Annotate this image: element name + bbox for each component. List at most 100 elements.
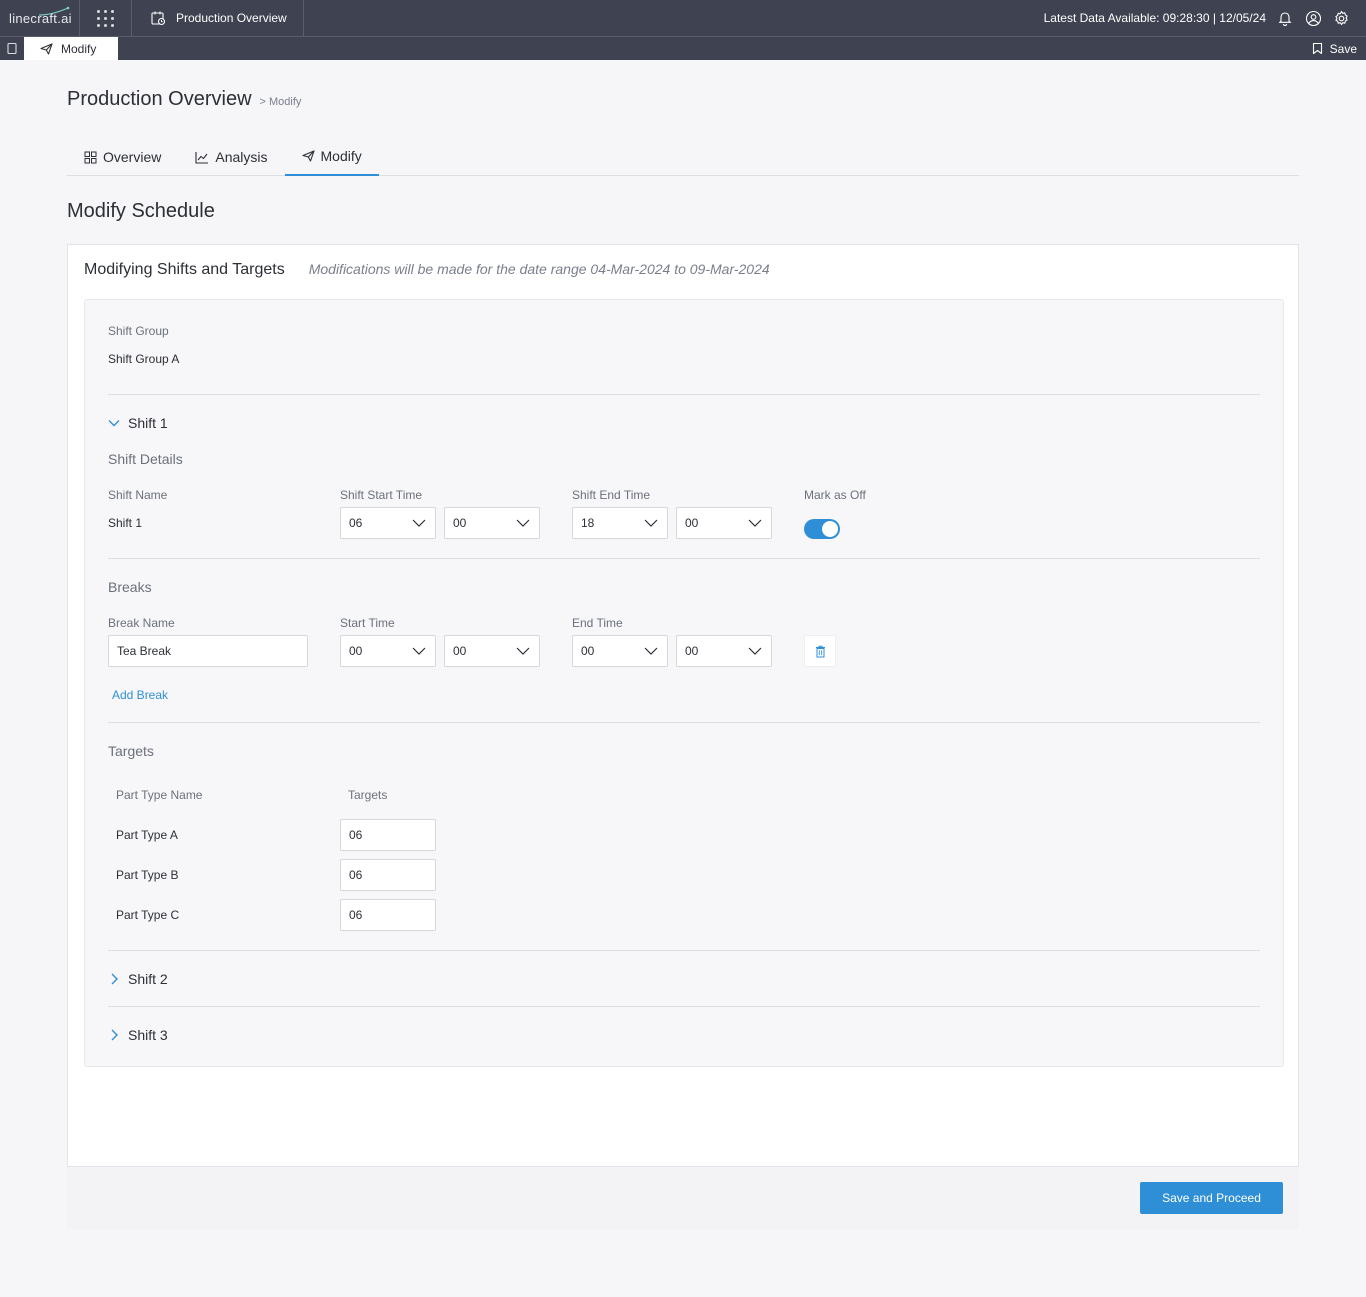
part-type-name: Part Type B [116,868,179,882]
tab-analysis[interactable]: Analysis [178,138,284,176]
select-value: 00 [453,644,467,658]
calendar-clock-icon [151,11,166,26]
tab-overview[interactable]: Overview [67,138,178,176]
send-icon [40,42,53,55]
shift-3-accordion-toggle[interactable]: Shift 3 [108,1027,168,1043]
select-value: 00 [453,516,467,530]
line-chart-icon [195,151,209,164]
shift-end-minute-select[interactable]: 00 [676,507,772,539]
chevron-right-icon [111,1029,118,1041]
break-end-minute-select[interactable]: 00 [676,635,772,667]
breaks-heading: Breaks [108,579,152,595]
mark-off-toggle[interactable] [804,519,840,539]
chevron-down-icon [748,519,762,527]
break-name-label: Break Name [108,616,175,630]
shift-group-value: Shift Group A [108,352,180,366]
footer-bar [67,1167,1299,1229]
select-value: 00 [685,644,699,658]
app-title-tab[interactable]: Production Overview [132,0,304,36]
shift-2-title: Shift 2 [128,971,168,987]
toggle-knob [822,521,838,537]
delete-break-button[interactable] [804,635,836,667]
chevron-down-icon [516,519,530,527]
app-launcher-button[interactable] [80,0,132,36]
card-header: Modifying Shifts and Targets Modificatio… [84,261,770,279]
shift-end-hour-select[interactable]: 18 [572,507,668,539]
gear-icon[interactable] [1332,9,1350,27]
subtab-label: Modify [61,41,97,56]
shift-group-label: Shift Group [108,324,169,338]
save-and-proceed-button[interactable]: Save and Proceed [1140,1182,1283,1214]
logo-swoosh-icon [38,6,70,16]
shift-start-label: Shift Start Time [340,488,423,502]
tab-modify[interactable]: Modify [284,138,379,176]
divider [108,722,1260,723]
bookmarks-toggle[interactable] [0,37,24,60]
bell-icon[interactable] [1276,9,1294,27]
section-title: Modify Schedule [67,200,215,222]
target-input[interactable] [340,819,436,851]
shift-2-accordion-toggle[interactable]: Shift 2 [108,971,168,987]
break-name-input[interactable] [108,635,308,667]
breadcrumb[interactable]: > Modify [260,96,302,108]
shift-1-title: Shift 1 [128,415,168,431]
divider [108,950,1260,951]
shift-group-panel: Shift Group Shift Group A Shift 1 Shift … [84,299,1284,1067]
chevron-down-icon [748,647,762,655]
break-end-hour-select[interactable]: 00 [572,635,668,667]
logo[interactable]: linecraft.ai [0,0,80,36]
select-value: 00 [349,644,363,658]
apps-grid-icon [97,9,114,27]
shift-start-minute-select[interactable]: 00 [444,507,540,539]
grid-icon [84,151,97,163]
shift-1-accordion-toggle[interactable]: Shift 1 [108,415,168,431]
chevron-down-icon [412,647,426,655]
divider [108,1006,1260,1007]
trash-icon [815,645,825,657]
break-end-label: End Time [572,616,623,630]
tab-bar: Overview Analysis Modify [67,138,1299,176]
chevron-down-icon [412,519,426,527]
tab-label: Analysis [215,149,268,165]
divider [108,394,1260,395]
part-type-name: Part Type C [116,908,180,922]
break-start-label: Start Time [340,616,395,630]
chevron-down-icon [644,519,658,527]
chevron-right-icon [111,973,118,985]
card-title: Modifying Shifts and Targets [84,261,285,278]
add-break-link[interactable]: Add Break [112,688,168,702]
shift-end-label: Shift End Time [572,488,651,502]
part-type-name: Part Type A [116,828,178,842]
page-title: Production Overview [67,88,252,110]
part-type-column-header: Part Type Name [116,788,203,802]
target-input[interactable] [340,859,436,891]
break-start-minute-select[interactable]: 00 [444,635,540,667]
targets-column-header: Targets [348,788,388,802]
chevron-down-icon [108,420,120,427]
shift-start-hour-select[interactable]: 06 [340,507,436,539]
page-header: Production Overview > Modify [67,88,301,111]
date-range-note: Modifications will be made for the date … [308,261,770,277]
user-icon[interactable] [1304,9,1322,27]
save-button[interactable]: Save [1312,42,1366,56]
target-input[interactable] [340,899,436,931]
targets-heading: Targets [108,743,154,759]
secondary-bar: Modify Save [0,36,1366,60]
select-value: 06 [349,516,363,530]
select-value: 18 [581,516,595,530]
select-value: 00 [685,516,699,530]
save-label: Save [1329,41,1357,56]
app-title: Production Overview [176,11,287,25]
tab-label: Overview [103,149,162,165]
shift-details-heading: Shift Details [108,451,183,467]
shift-3-title: Shift 3 [128,1027,168,1043]
bookmark-icon [1312,42,1322,55]
subtab-modify[interactable]: Modify [24,37,118,60]
select-value: 00 [581,644,595,658]
send-icon [301,150,315,162]
shift-name-value: Shift 1 [108,516,143,530]
top-right-area: Latest Data Available: 09:28:30 | 12/05/… [1044,9,1366,27]
break-start-hour-select[interactable]: 00 [340,635,436,667]
bookmark-icon [7,42,17,55]
latest-data-text: Latest Data Available: 09:28:30 | 12/05/… [1043,11,1266,25]
